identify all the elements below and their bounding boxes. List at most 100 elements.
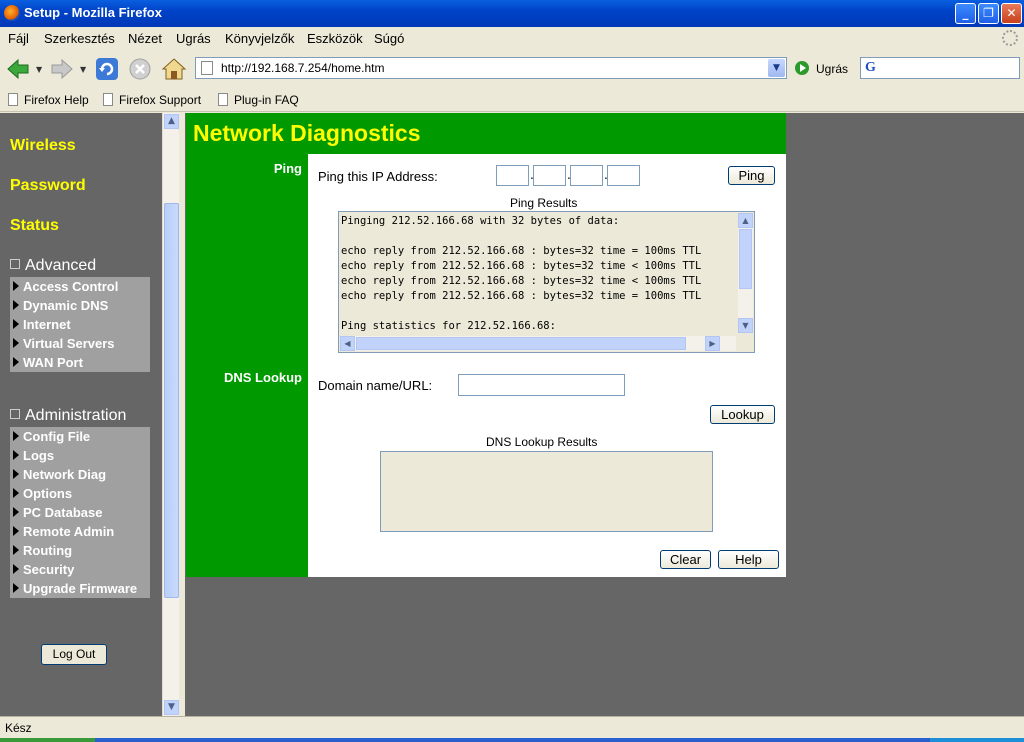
- logout-button[interactable]: Log Out: [41, 644, 107, 665]
- help-button[interactable]: Help: [718, 550, 779, 569]
- nav-wan-port[interactable]: WAN Port: [10, 353, 150, 372]
- nav-access-control[interactable]: Access Control: [10, 277, 150, 296]
- menu-file[interactable]: Fájl: [8, 31, 29, 46]
- scroll-down-icon[interactable]: ▼: [738, 318, 753, 333]
- forward-history-dropdown[interactable]: ▼: [80, 65, 86, 74]
- close-button[interactable]: ✕: [1001, 3, 1022, 24]
- url-text[interactable]: http://192.168.7.254/home.htm: [221, 61, 384, 75]
- bookmark-plugin-faq[interactable]: Plug-in FAQ: [216, 93, 299, 107]
- forward-button[interactable]: [48, 55, 76, 83]
- minimize-button[interactable]: _: [955, 3, 976, 24]
- ping-button[interactable]: Ping: [728, 166, 775, 185]
- left-frame-scrollbar[interactable]: ▲ ▼: [162, 113, 179, 716]
- home-button[interactable]: [160, 55, 188, 83]
- collapse-checkbox-icon[interactable]: [10, 259, 20, 269]
- scrollbar-thumb[interactable]: [164, 203, 179, 598]
- home-icon: [161, 58, 187, 80]
- ip-octet-2-input[interactable]: [533, 165, 566, 186]
- ping-line: echo reply from 212.52.166.68 : bytes=32…: [341, 290, 702, 302]
- clear-button[interactable]: Clear: [660, 550, 711, 569]
- nav-routing[interactable]: Routing: [10, 541, 150, 560]
- stop-button[interactable]: [126, 55, 154, 83]
- nav-network-diag[interactable]: Network Diag: [10, 465, 150, 484]
- menu-help[interactable]: Súgó: [374, 31, 404, 46]
- nav-wireless[interactable]: Wireless: [10, 137, 76, 155]
- scrollbar-thumb[interactable]: [739, 229, 752, 289]
- nav-upgrade-firmware[interactable]: Upgrade Firmware: [10, 579, 150, 598]
- ping-results-label: Ping Results: [510, 196, 578, 210]
- collapse-checkbox-icon[interactable]: [10, 409, 20, 419]
- nav-security[interactable]: Security: [10, 560, 150, 579]
- lookup-button[interactable]: Lookup: [710, 405, 775, 424]
- nav-remote-admin[interactable]: Remote Admin: [10, 522, 150, 541]
- throbber-icon: [1002, 30, 1018, 46]
- menu-edit[interactable]: Szerkesztés: [44, 31, 115, 46]
- menu-bar: Fájl Szerkesztés Nézet Ugrás Könyvjelzők…: [0, 27, 1024, 50]
- scroll-up-icon[interactable]: ▲: [738, 213, 753, 228]
- ping-line: Ping statistics for 212.52.166.68:: [341, 320, 556, 332]
- advanced-menu: Access Control Dynamic DNS Internet Virt…: [10, 277, 150, 372]
- menu-bookmarks[interactable]: Könyvjelzők: [225, 31, 294, 46]
- bookmark-page-icon: [103, 93, 113, 106]
- status-text: Kész: [5, 721, 32, 735]
- scroll-left-icon[interactable]: ◀: [340, 336, 355, 351]
- bookmark-firefox-help[interactable]: Firefox Help: [6, 93, 89, 107]
- url-bar[interactable]: http://192.168.7.254/home.htm ▼: [195, 57, 787, 79]
- ping-results-textarea[interactable]: Pinging 212.52.166.68 with 32 bytes of d…: [338, 211, 755, 353]
- maximize-button[interactable]: ❐: [978, 3, 999, 24]
- nav-password[interactable]: Password: [10, 177, 86, 195]
- ip-octet-1-input[interactable]: [496, 165, 529, 186]
- nav-item-label: Logs: [23, 448, 55, 463]
- taskbar-strip: [0, 738, 1024, 742]
- nav-virtual-servers[interactable]: Virtual Servers: [10, 334, 150, 353]
- administration-heading-label: Administration: [25, 407, 127, 424]
- menu-tools[interactable]: Eszközök: [307, 31, 363, 46]
- scroll-right-icon[interactable]: ▶: [705, 336, 720, 351]
- ping-section-label: Ping: [273, 161, 302, 176]
- arrow-right-icon: [13, 526, 19, 536]
- scroll-down-icon[interactable]: ▼: [164, 700, 179, 715]
- back-history-dropdown[interactable]: ▼: [36, 65, 42, 74]
- menu-go[interactable]: Ugrás: [176, 31, 211, 46]
- navigation-toolbar: ▼ ▼ http://192.168.7.254/home.htm ▼ Ugrá…: [0, 50, 1024, 88]
- administration-heading[interactable]: Administration: [10, 407, 126, 425]
- ping-results-vscroll[interactable]: ▲ ▼: [738, 213, 753, 333]
- nav-pc-database[interactable]: PC Database: [10, 503, 150, 522]
- google-search-icon[interactable]: G: [865, 60, 876, 76]
- nav-internet[interactable]: Internet: [10, 315, 150, 334]
- back-button[interactable]: [4, 55, 32, 83]
- nav-options[interactable]: Options: [10, 484, 150, 503]
- frame-divider[interactable]: [179, 113, 185, 716]
- bookmark-firefox-support[interactable]: Firefox Support: [101, 93, 201, 107]
- reload-button[interactable]: [93, 55, 121, 83]
- scrollbar-thumb[interactable]: [356, 337, 686, 350]
- nav-logs[interactable]: Logs: [10, 446, 150, 465]
- menu-view[interactable]: Nézet: [128, 31, 162, 46]
- go-label[interactable]: Ugrás: [816, 62, 848, 76]
- go-icon[interactable]: [795, 61, 809, 75]
- search-box[interactable]: G: [860, 57, 1020, 79]
- arrow-right-icon: [13, 488, 19, 498]
- nav-item-label: Security: [23, 562, 75, 577]
- arrow-right-icon: [13, 357, 19, 367]
- ping-results-hscroll[interactable]: ◀ ▶: [340, 336, 736, 351]
- ping-line: ​: [341, 304, 734, 319]
- ping-line: echo reply from 212.52.166.68 : bytes=32…: [341, 260, 702, 272]
- arrow-right-icon: [13, 450, 19, 460]
- nav-dynamic-dns[interactable]: Dynamic DNS: [10, 296, 150, 315]
- url-dropdown-button[interactable]: ▼: [768, 59, 785, 77]
- bookmark-page-icon: [8, 93, 18, 106]
- dns-results-textarea[interactable]: [380, 451, 713, 532]
- nav-status[interactable]: Status: [10, 217, 59, 235]
- window-title: Setup - Mozilla Firefox: [24, 5, 162, 20]
- ip-octet-4-input[interactable]: [607, 165, 640, 186]
- nav-config-file[interactable]: Config File: [10, 427, 150, 446]
- bookmark-label: Firefox Help: [24, 93, 89, 107]
- scroll-up-icon[interactable]: ▲: [164, 114, 179, 129]
- ping-results-text: Pinging 212.52.166.68 with 32 bytes of d…: [341, 214, 734, 335]
- advanced-heading[interactable]: Advanced: [10, 257, 96, 275]
- ip-octet-3-input[interactable]: [570, 165, 603, 186]
- nav-item-label: Access Control: [23, 279, 119, 294]
- domain-name-input[interactable]: [458, 374, 625, 396]
- left-nav-frame: Wireless Password Status Advanced Access…: [0, 113, 162, 716]
